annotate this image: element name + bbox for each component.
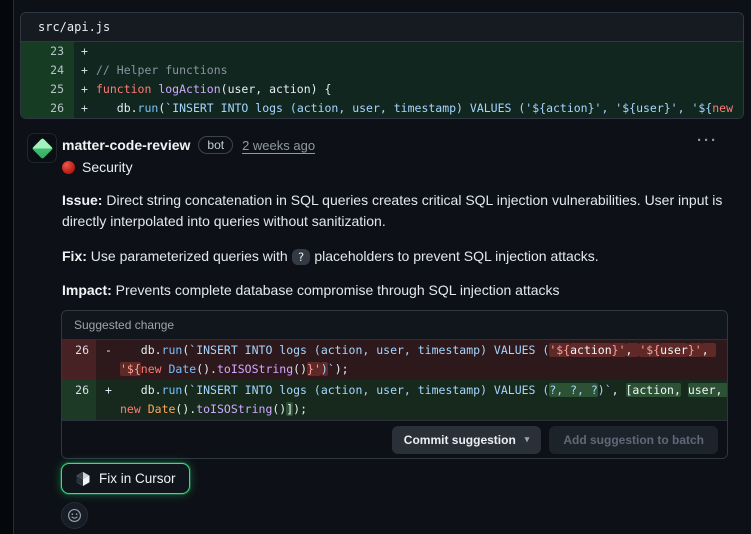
diff-sign: +: [74, 99, 96, 118]
category-label: Security: [82, 159, 133, 175]
red-circle-icon: [62, 160, 75, 174]
author-name[interactable]: matter-code-review: [62, 137, 190, 153]
issue-paragraph: Issue: Direct string concatenation in SQ…: [62, 190, 728, 232]
impact-text: Prevents complete database compromise th…: [111, 282, 560, 298]
code-line: // Helper functions: [96, 61, 743, 80]
fix-in-cursor-button[interactable]: Fix in Cursor: [61, 463, 190, 494]
add-suggestion-to-batch-button[interactable]: Add suggestion to batch: [549, 425, 718, 454]
code-line: db.run(`INSERT INTO logs (action, user, …: [120, 343, 716, 376]
add-suggestion-to-batch-label: Add suggestion to batch: [563, 432, 704, 447]
timestamp-link[interactable]: 2 weeks ago: [242, 138, 315, 153]
kebab-menu-icon[interactable]: ···: [697, 132, 718, 149]
diff-row: 24 + // Helper functions: [21, 61, 743, 80]
suggested-change-title: Suggested change: [62, 311, 727, 340]
fix-in-cursor-label: Fix in Cursor: [99, 471, 176, 486]
fix-paragraph: Fix: Use parameterized queries with ? pl…: [62, 246, 728, 268]
bot-logo-diamond-icon: [31, 137, 53, 159]
line-number: 23: [21, 42, 74, 61]
fix-label: Fix:: [62, 248, 87, 264]
commit-suggestion-button[interactable]: Commit suggestion ▾: [391, 425, 542, 454]
category-line: Security: [62, 159, 133, 175]
smiley-icon: [68, 509, 81, 522]
line-number: 26: [62, 340, 96, 380]
line-number: 26: [21, 99, 74, 118]
code-line: function logAction(user, action) {: [96, 80, 743, 99]
diff-sign: -: [105, 343, 112, 357]
issue-label: Issue:: [62, 192, 103, 208]
impact-paragraph: Impact: Prevents complete database compr…: [62, 280, 728, 301]
code-line: db.run(`INSERT INTO logs (action, user, …: [120, 380, 727, 420]
bot-badge: bot: [198, 136, 234, 154]
diff-row: 23 +: [21, 42, 743, 61]
file-path[interactable]: src/api.js: [21, 13, 743, 42]
add-reaction-button[interactable]: [61, 502, 88, 529]
line-number: 24: [21, 61, 74, 80]
diff-row: 25 + function logAction(user, action) {: [21, 80, 743, 99]
github-pr-review-page: { "colors": { "accent_ring_green": "#2ee…: [0, 0, 751, 534]
suggestion-addition-row: 26 + db.run(`INSERT INTO logs (action, u…: [62, 380, 727, 420]
line-number: 25: [21, 80, 74, 99]
issue-text: Direct string concatenation in SQL queri…: [62, 192, 723, 229]
chevron-down-icon: ▾: [524, 434, 530, 444]
diff-row: 26 + db.run(`INSERT INTO logs (action, u…: [21, 99, 743, 118]
impact-label: Impact:: [62, 282, 112, 298]
diff-sign: +: [74, 80, 96, 99]
inline-code: ?: [291, 249, 311, 265]
suggestion-deletion-row: 26 - db.run(`INSERT INTO logs (action, u…: [62, 340, 727, 380]
diff-sign: +: [74, 42, 96, 61]
code-line: db.run(`INSERT INTO logs (action, user, …: [96, 99, 743, 118]
avatar[interactable]: [27, 133, 57, 163]
code-line: [96, 42, 743, 61]
suggestion-footer: Commit suggestion ▾ Add suggestion to ba…: [62, 420, 727, 458]
comment-header: matter-code-review bot 2 weeks ago: [62, 136, 315, 154]
suggested-change-box: Suggested change 26 - db.run(`INSERT INT…: [61, 310, 728, 459]
fix-text-pre: Use parameterized queries with: [86, 248, 292, 264]
diff-sign: +: [74, 61, 96, 80]
fix-text-post: placeholders to prevent SQL injection at…: [310, 248, 599, 264]
panel-left-edge: [0, 0, 14, 534]
commit-suggestion-label: Commit suggestion: [403, 432, 516, 447]
diff-sign: +: [105, 383, 112, 397]
cursor-logo-icon: [76, 471, 90, 486]
line-number: 26: [62, 380, 96, 420]
code-diff-card: src/api.js 23 + 24 + // Helper functions…: [20, 12, 744, 119]
